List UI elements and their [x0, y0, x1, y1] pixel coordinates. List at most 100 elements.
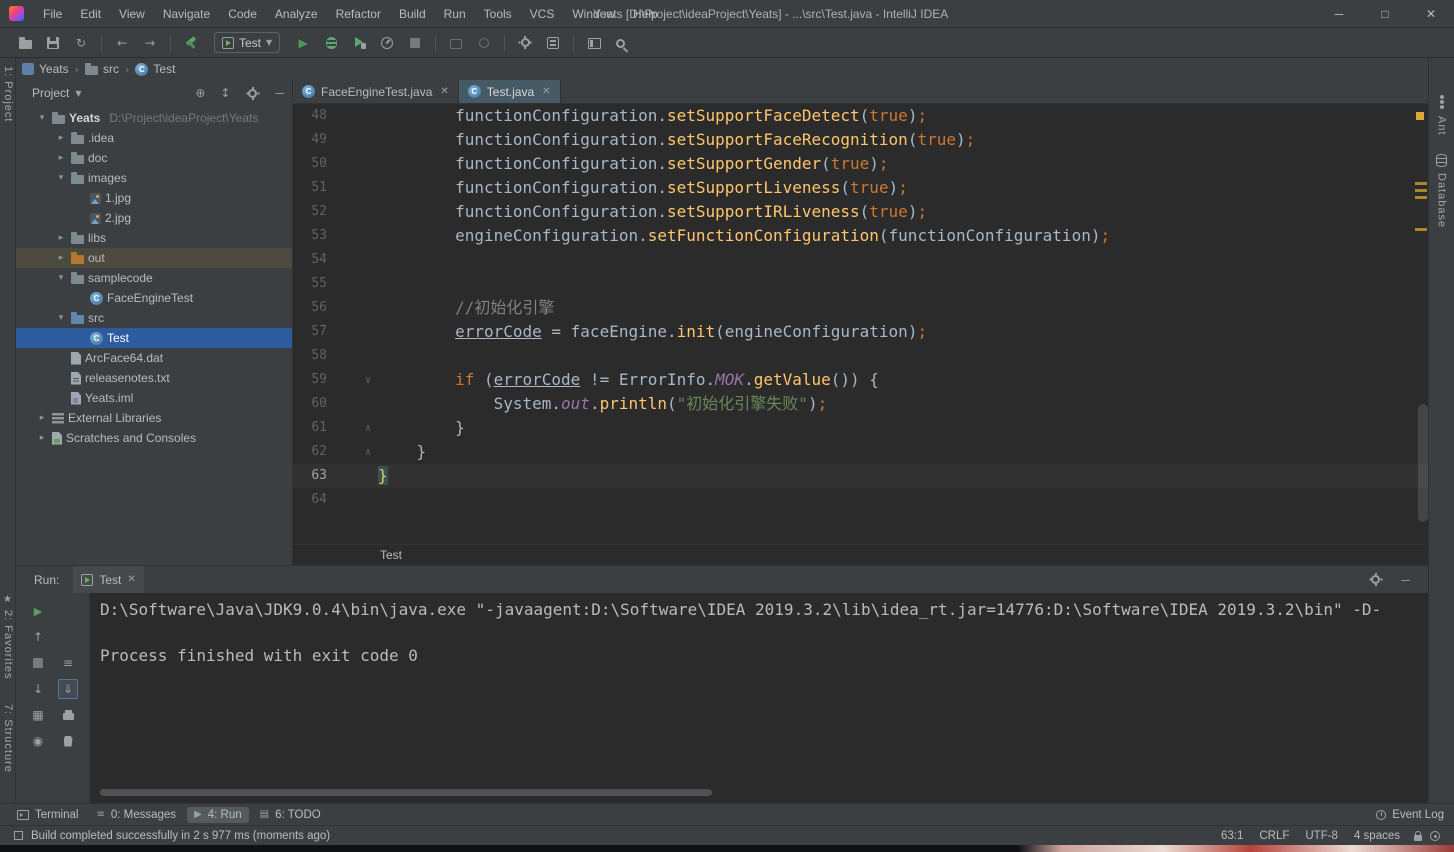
tree-item-external-libraries[interactable]: ▸ External Libraries	[16, 408, 292, 428]
menu-navigate[interactable]: Navigate	[154, 0, 219, 27]
indent-style[interactable]: 4 spaces	[1354, 830, 1400, 842]
tab-test-java[interactable]: C Test.java ✕	[458, 80, 561, 103]
code-line-58[interactable]: 58	[293, 344, 1428, 368]
code-line-55[interactable]: 55	[293, 272, 1428, 296]
code-line-54[interactable]: 54	[293, 248, 1428, 272]
editor-scrollbar[interactable]	[1418, 404, 1428, 522]
run-console[interactable]: D:\Software\Java\JDK9.0.4\bin\java.exe "…	[90, 593, 1428, 803]
print-icon[interactable]	[58, 705, 78, 725]
code-line-57[interactable]: 57 errorCode = faceEngine.init(engineCon…	[293, 320, 1428, 344]
chevron-down-icon[interactable]: ▼	[75, 89, 81, 98]
code-line-62[interactable]: 62 ∧ }	[293, 440, 1428, 464]
chevron-right-icon[interactable]: ▸	[55, 253, 67, 263]
maximize-button[interactable]: □	[1362, 0, 1408, 27]
tool-stripe-project[interactable]: 1: Project	[2, 66, 14, 122]
indicator-icon[interactable]	[1430, 830, 1440, 841]
close-tab-icon[interactable]: ✕	[542, 86, 550, 97]
code-line-51[interactable]: 51 functionConfiguration.setSupportLiven…	[293, 176, 1428, 200]
toolwindow-button-0-messages[interactable]: ≡ 0: Messages	[89, 807, 183, 823]
tree-item-releasenotes-txt[interactable]: releasenotes.txt	[16, 368, 292, 388]
minimize-button[interactable]: ─	[1316, 0, 1362, 27]
chevron-right-icon[interactable]: ▸	[55, 233, 67, 243]
menu-run[interactable]: Run	[435, 0, 475, 27]
inspection-indicator-icon[interactable]	[1416, 112, 1424, 120]
tree-item-yeats[interactable]: ▾ Yeats D:\Project\ideaProject\Yeats	[16, 108, 292, 128]
file-encoding[interactable]: UTF-8	[1305, 830, 1338, 842]
toolwindow-button-terminal[interactable]: Terminal	[10, 807, 85, 823]
tab-faceenginetest-java[interactable]: C FaceEngineTest.java ✕	[293, 80, 459, 103]
build-project-icon[interactable]	[178, 31, 204, 55]
chevron-right-icon[interactable]: ▸	[55, 153, 67, 163]
run-configuration-select[interactable]: Test ▼	[214, 32, 281, 53]
toolwindow-button-6-todo[interactable]: ▤ 6: TODO	[253, 807, 328, 823]
console-scrollbar[interactable]	[100, 789, 712, 796]
tree-item-idea[interactable]: ▸ .idea	[16, 128, 292, 148]
menu-window[interactable]: Window	[563, 0, 624, 27]
fold-marker[interactable]: ∧	[327, 416, 378, 440]
menu-analyze[interactable]: Analyze	[266, 0, 327, 27]
chevron-down-icon[interactable]: ▾	[55, 313, 67, 323]
synchronize-icon[interactable]: ↻	[68, 31, 94, 55]
tool-stripe-database[interactable]: Database	[1429, 154, 1454, 228]
code-line-60[interactable]: 60 System.out.println("初始化引擎失败");	[293, 392, 1428, 416]
tree-item-out[interactable]: ▸ out	[16, 248, 292, 268]
code-line-53[interactable]: 53 engineConfiguration.setFunctionConfig…	[293, 224, 1428, 248]
forward-icon[interactable]: →	[137, 31, 163, 55]
chevron-right-icon[interactable]: ▸	[36, 433, 48, 443]
code-line-49[interactable]: 49 functionConfiguration.setSupportFaceR…	[293, 128, 1428, 152]
settings-icon[interactable]	[512, 31, 538, 55]
dump-threads-icon[interactable]	[471, 31, 497, 55]
soft-wrap-icon[interactable]: ≡	[58, 653, 78, 673]
code-editor[interactable]: 48 functionConfiguration.setSupportFaceD…	[293, 104, 1428, 544]
code-line-64[interactable]: 64	[293, 488, 1428, 512]
code-line-50[interactable]: 50 functionConfiguration.setSupportGende…	[293, 152, 1428, 176]
code-line-63[interactable]: 63}	[293, 464, 1428, 488]
tool-stripe-ant[interactable]: Ant	[1429, 94, 1454, 136]
chevron-down-icon[interactable]: ▾	[55, 173, 67, 183]
event-log-button[interactable]: Event Log	[1392, 809, 1444, 821]
project-structure-icon[interactable]	[540, 31, 566, 55]
debug-icon[interactable]	[318, 31, 344, 55]
menu-help[interactable]: Help	[624, 0, 667, 27]
fold-marker[interactable]: ∨	[327, 368, 378, 392]
breadcrumb-item-src[interactable]: src	[85, 62, 119, 76]
warning-stripe-mark[interactable]	[1415, 182, 1427, 185]
clear-all-icon[interactable]	[58, 731, 78, 751]
tree-item-arcface64-dat[interactable]: ArcFace64.dat	[16, 348, 292, 368]
menu-edit[interactable]: Edit	[71, 0, 110, 27]
close-button[interactable]: ✕	[1408, 0, 1454, 27]
line-separator[interactable]: CRLF	[1259, 830, 1289, 842]
restore-layout-icon[interactable]: ▦	[28, 705, 48, 725]
run-settings-icon[interactable]	[1371, 573, 1381, 584]
collapse-all-icon[interactable]: ↕	[220, 86, 230, 100]
up-stack-trace-icon[interactable]: ↑	[28, 627, 48, 647]
attach-process-icon[interactable]	[443, 31, 469, 55]
tree-item-libs[interactable]: ▸ libs	[16, 228, 292, 248]
stop-icon[interactable]	[402, 31, 428, 55]
tree-item-2-jpg[interactable]: 2.jpg	[16, 208, 292, 228]
chevron-right-icon[interactable]: ▸	[55, 133, 67, 143]
code-line-56[interactable]: 56 //初始化引擎	[293, 296, 1428, 320]
code-line-61[interactable]: 61 ∧ }	[293, 416, 1428, 440]
hide-panel-icon[interactable]: ─	[275, 86, 284, 100]
hide-run-panel-icon[interactable]: ─	[1401, 573, 1410, 587]
warning-stripe-mark[interactable]	[1415, 189, 1427, 192]
panel-settings-icon[interactable]	[248, 86, 258, 98]
chevron-down-icon[interactable]: ▾	[55, 273, 67, 283]
code-line-59[interactable]: 59 ∨ if (errorCode != ErrorInfo.MOK.getVa…	[293, 368, 1428, 392]
tree-item-1-jpg[interactable]: 1.jpg	[16, 188, 292, 208]
breadcrumb-item-test[interactable]: C Test	[135, 62, 175, 76]
menu-code[interactable]: Code	[219, 0, 266, 27]
menu-build[interactable]: Build	[390, 0, 435, 27]
close-tab-icon[interactable]: ✕	[440, 86, 448, 97]
tree-item-images[interactable]: ▾ images	[16, 168, 292, 188]
run-with-coverage-icon[interactable]	[346, 31, 372, 55]
rerun-icon[interactable]: ▶	[28, 601, 48, 621]
down-stack-trace-icon[interactable]: ↓	[28, 679, 48, 699]
code-line-52[interactable]: 52 functionConfiguration.setSupportIRLiv…	[293, 200, 1428, 224]
chevron-right-icon[interactable]: ▸	[36, 413, 48, 423]
tree-item-samplecode[interactable]: ▾ samplecode	[16, 268, 292, 288]
save-all-icon[interactable]	[40, 31, 66, 55]
tool-stripe-favorites[interactable]: 2: Favorites	[2, 610, 14, 679]
menu-vcs[interactable]: VCS	[521, 0, 564, 27]
